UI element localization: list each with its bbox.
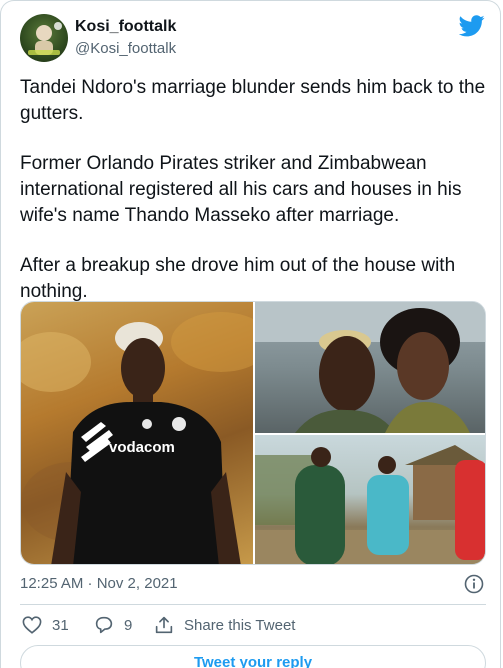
tweet-text: Tandei Ndoro's marriage blunder sends hi… [20, 75, 490, 329]
tweet-paragraph: Tandei Ndoro's marriage blunder sends hi… [20, 77, 486, 124]
reply-action[interactable]: 9 [94, 615, 132, 635]
reply-count: 9 [124, 616, 133, 634]
like-action[interactable]: 31 [22, 615, 69, 635]
tweet-media-grid: vodacom [20, 301, 486, 565]
twitter-bird-icon[interactable] [459, 15, 485, 37]
tweet-your-reply-button[interactable]: Tweet your reply [20, 645, 486, 668]
avatar[interactable] [20, 14, 68, 62]
avatar-graphic [28, 22, 62, 55]
couple-photo-art [255, 302, 485, 433]
jersey-sponsor-text: vodacom [109, 439, 175, 456]
reply-icon [95, 616, 113, 634]
share-label: Share this Tweet [184, 616, 296, 634]
media-photo-couple[interactable] [255, 302, 485, 433]
tweet-timestamp[interactable]: 12:25 AM · Nov 2, 2021 [20, 575, 178, 592]
tweet-paragraph: Former Orlando Pirates striker and Zimba… [20, 153, 462, 226]
like-count: 31 [52, 616, 69, 634]
share-icon [155, 616, 173, 634]
share-action[interactable]: Share this Tweet [154, 615, 295, 635]
display-name[interactable]: Kosi_foottalk [75, 18, 176, 36]
user-handle[interactable]: @Kosi_foottalk [75, 40, 176, 57]
divider [20, 604, 486, 605]
tweet-paragraph: After a breakup she drove him out of the… [20, 255, 456, 302]
heart-icon [22, 616, 42, 634]
media-photo-village[interactable] [255, 435, 485, 564]
tweet-card: Kosi_foottalk @Kosi_foottalk Tandei Ndor… [0, 0, 501, 668]
village-photo-art [255, 445, 485, 564]
player-photo-art: vodacom [21, 312, 253, 564]
media-photo-player[interactable]: vodacom [21, 302, 253, 564]
info-icon[interactable] [464, 574, 484, 594]
